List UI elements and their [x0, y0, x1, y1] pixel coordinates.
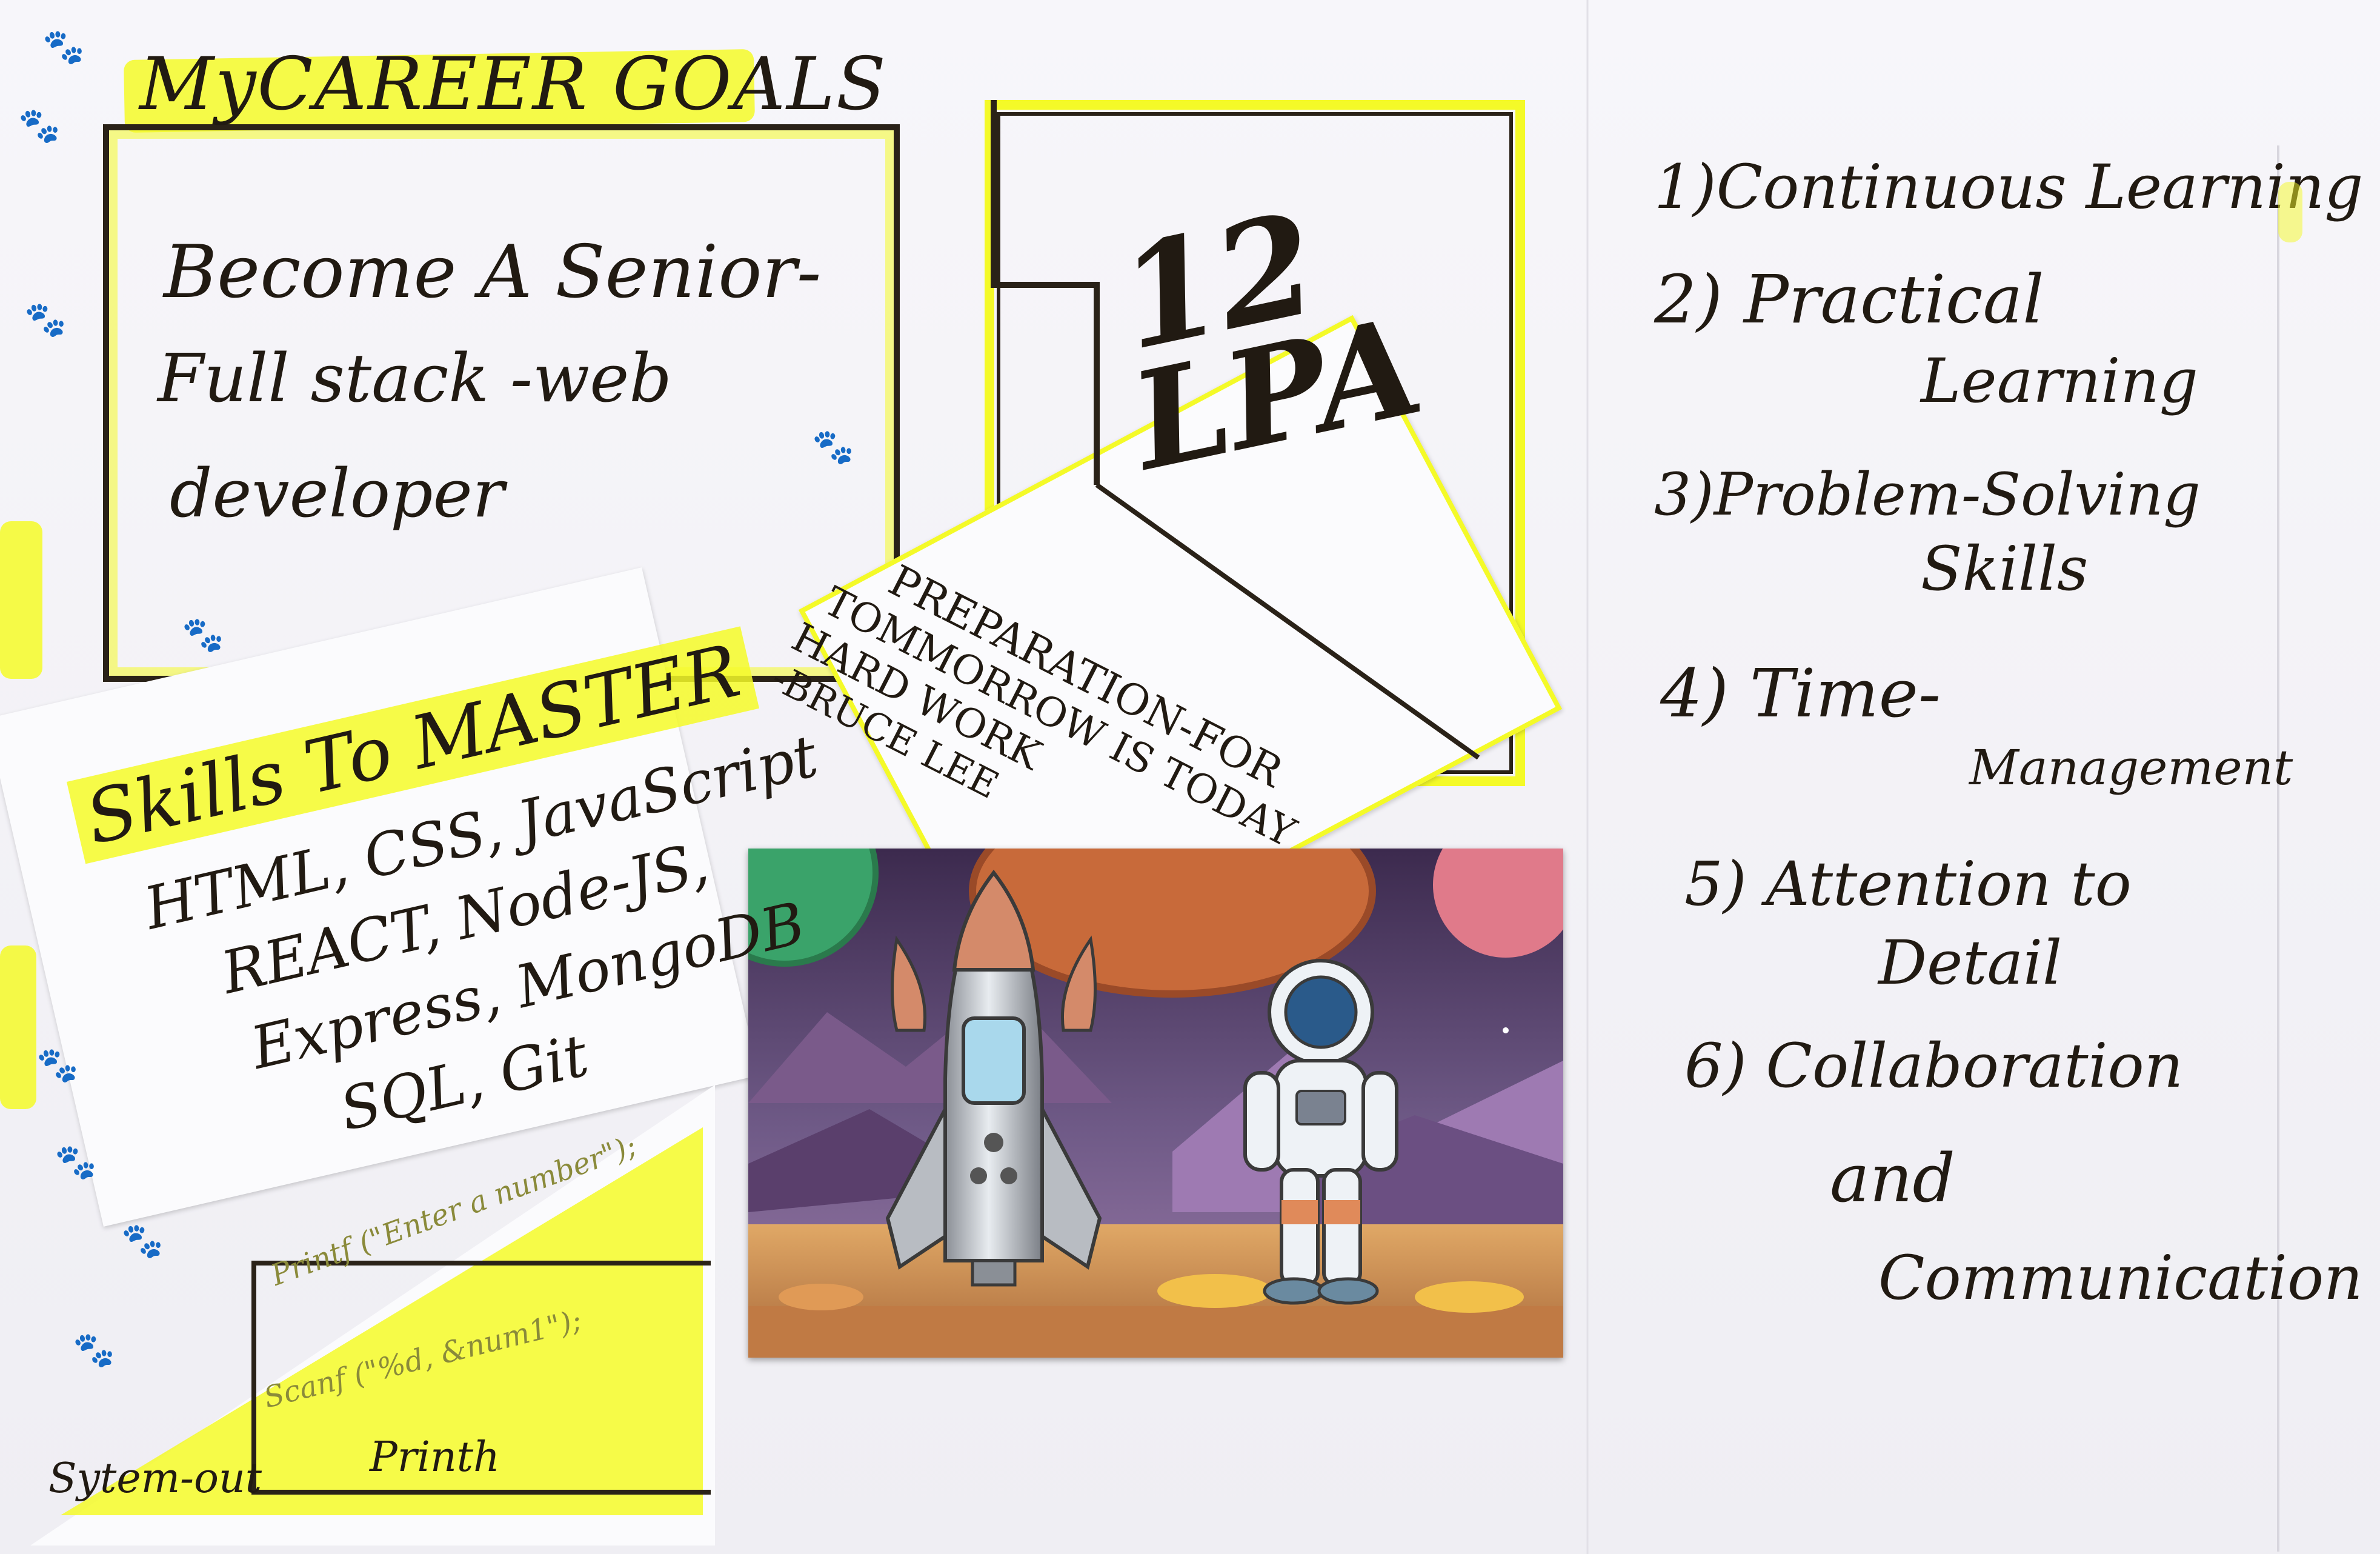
paw-print-icon: 🐾 — [55, 1142, 97, 1182]
goals-line-1: Become A Senior- — [164, 230, 822, 315]
learning-item-6c: Communication — [1878, 1242, 2363, 1313]
learning-item-3a: 3)Problem-Solving — [1654, 461, 2201, 529]
learning-item-6b: and — [1830, 1139, 1955, 1217]
paw-print-icon: 🐾 — [121, 1221, 164, 1261]
learning-item-5b: Detail — [1878, 927, 2063, 998]
paw-print-icon: 🐾 — [18, 106, 61, 145]
paw-print-icon: 🐾 — [42, 27, 85, 67]
vision-board: 🐾 🐾 🐾 🐾 🐾 🐾 🐾 🐾 🐾 MyCAREER GOALS Become … — [0, 0, 2380, 1554]
code-label-1: Sytem-out — [48, 1455, 262, 1502]
learning-item-4b: Management — [1969, 739, 2293, 796]
goals-heading: MyCAREER GOALS — [139, 42, 887, 127]
goals-line-3: developer — [170, 455, 505, 532]
learning-highlight — [2278, 182, 2302, 242]
learning-item-1: 1)Continuous Learning — [1654, 152, 2364, 222]
learning-item-2a: 2) Practical — [1654, 261, 2044, 338]
paw-print-icon: 🐾 — [182, 615, 224, 655]
learning-item-3b: Skills — [1921, 533, 2089, 604]
paw-print-icon: 🐾 — [24, 300, 67, 339]
paw-print-icon: 🐾 — [73, 1330, 115, 1370]
learning-item-6a: 6) Collaboration — [1684, 1030, 2184, 1101]
goals-line-2: Full stack -web — [158, 339, 672, 417]
learning-item-4a: 4) Time- — [1660, 655, 1941, 732]
learning-item-2b: Learning — [1921, 345, 2198, 416]
learning-item-5a: 5) Attention to — [1684, 849, 2132, 919]
paw-print-icon: 🐾 — [812, 427, 854, 467]
paw-print-icon: 🐾 — [36, 1045, 79, 1085]
code-label-2: Printh — [370, 1433, 500, 1481]
